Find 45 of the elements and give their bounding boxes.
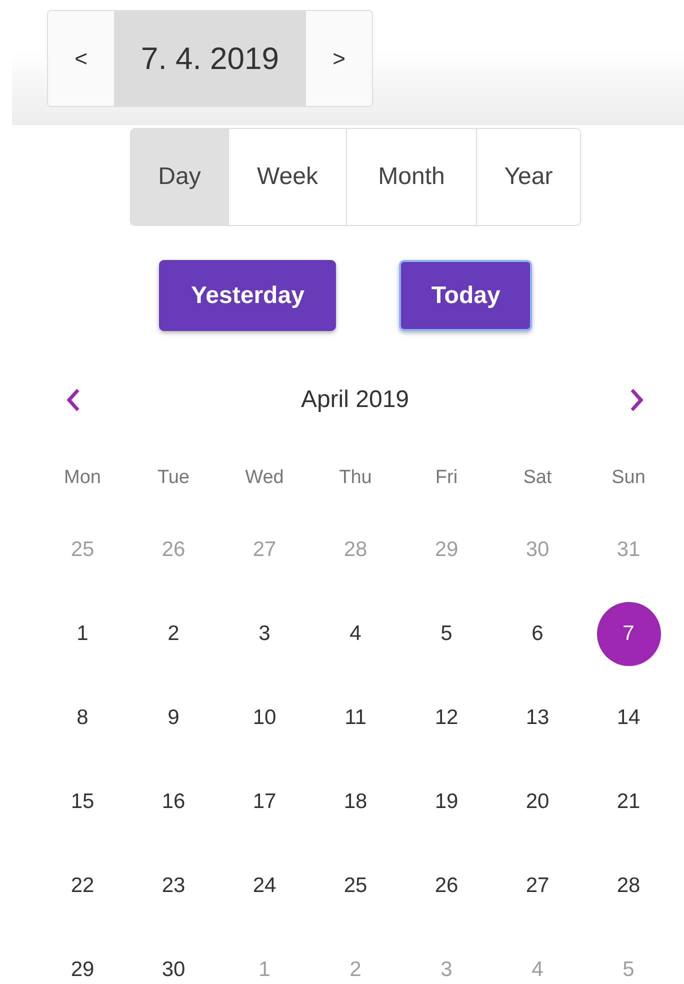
day-cell[interactable]: 1 bbox=[50, 602, 114, 666]
day-cell[interactable]: 29 bbox=[50, 938, 114, 984]
weekday-label: Tue bbox=[157, 467, 190, 489]
day-cell[interactable]: 26 bbox=[414, 854, 478, 918]
day-cell[interactable]: 11 bbox=[324, 686, 388, 750]
day-cell[interactable]: 22 bbox=[50, 854, 114, 918]
day-cell[interactable]: 7 bbox=[596, 602, 660, 666]
day-cell[interactable]: 18 bbox=[324, 770, 388, 834]
weekday-label: Sat bbox=[523, 467, 552, 489]
date-button[interactable]: 7. 4. 2019 bbox=[114, 11, 306, 106]
weekday-label: Thu bbox=[339, 467, 372, 489]
day-cell[interactable]: 17 bbox=[232, 770, 296, 834]
day-cell[interactable]: 16 bbox=[142, 770, 206, 834]
day-cell[interactable]: 14 bbox=[596, 686, 660, 750]
day-cell[interactable]: 20 bbox=[506, 770, 570, 834]
weekday-label: Mon bbox=[64, 467, 101, 489]
day-cell[interactable]: 25 bbox=[324, 854, 388, 918]
day-cell[interactable]: 21 bbox=[596, 770, 660, 834]
weekday-label: Fri bbox=[435, 467, 458, 489]
day-cell[interactable]: 23 bbox=[142, 854, 206, 918]
day-cell[interactable]: 19 bbox=[414, 770, 478, 834]
day-cell[interactable]: 9 bbox=[142, 686, 206, 750]
chevron-left-icon[interactable] bbox=[65, 387, 81, 413]
quick-date-button[interactable]: Today bbox=[399, 260, 532, 331]
day-cell[interactable]: 28 bbox=[596, 854, 660, 918]
view-tab[interactable]: Day bbox=[131, 129, 228, 225]
day-cell[interactable]: 13 bbox=[506, 686, 570, 750]
day-cell[interactable]: 5 bbox=[414, 602, 478, 666]
day-cell[interactable]: 6 bbox=[506, 602, 570, 666]
day-cell[interactable]: 10 bbox=[232, 686, 296, 750]
day-cell[interactable]: 30 bbox=[142, 938, 206, 984]
weekday-label: Wed bbox=[245, 467, 284, 489]
day-cell[interactable]: 12 bbox=[414, 686, 478, 750]
day-cell[interactable]: 8 bbox=[50, 686, 114, 750]
chevron-right-icon[interactable] bbox=[628, 387, 645, 413]
day-cell[interactable]: 2 bbox=[142, 602, 206, 666]
day-cell[interactable]: 27 bbox=[506, 854, 570, 918]
quick-date-button[interactable]: Yesterday bbox=[159, 260, 336, 331]
day-cell[interactable]: 3 bbox=[232, 602, 296, 666]
weekday-label: Sun bbox=[612, 467, 646, 489]
view-tab[interactable]: Year bbox=[476, 129, 580, 225]
day-cell[interactable]: 4 bbox=[324, 602, 388, 666]
month-title: April 2019 bbox=[300, 386, 410, 414]
day-cell[interactable]: 15 bbox=[50, 770, 114, 834]
day-cell[interactable]: 24 bbox=[232, 854, 296, 918]
